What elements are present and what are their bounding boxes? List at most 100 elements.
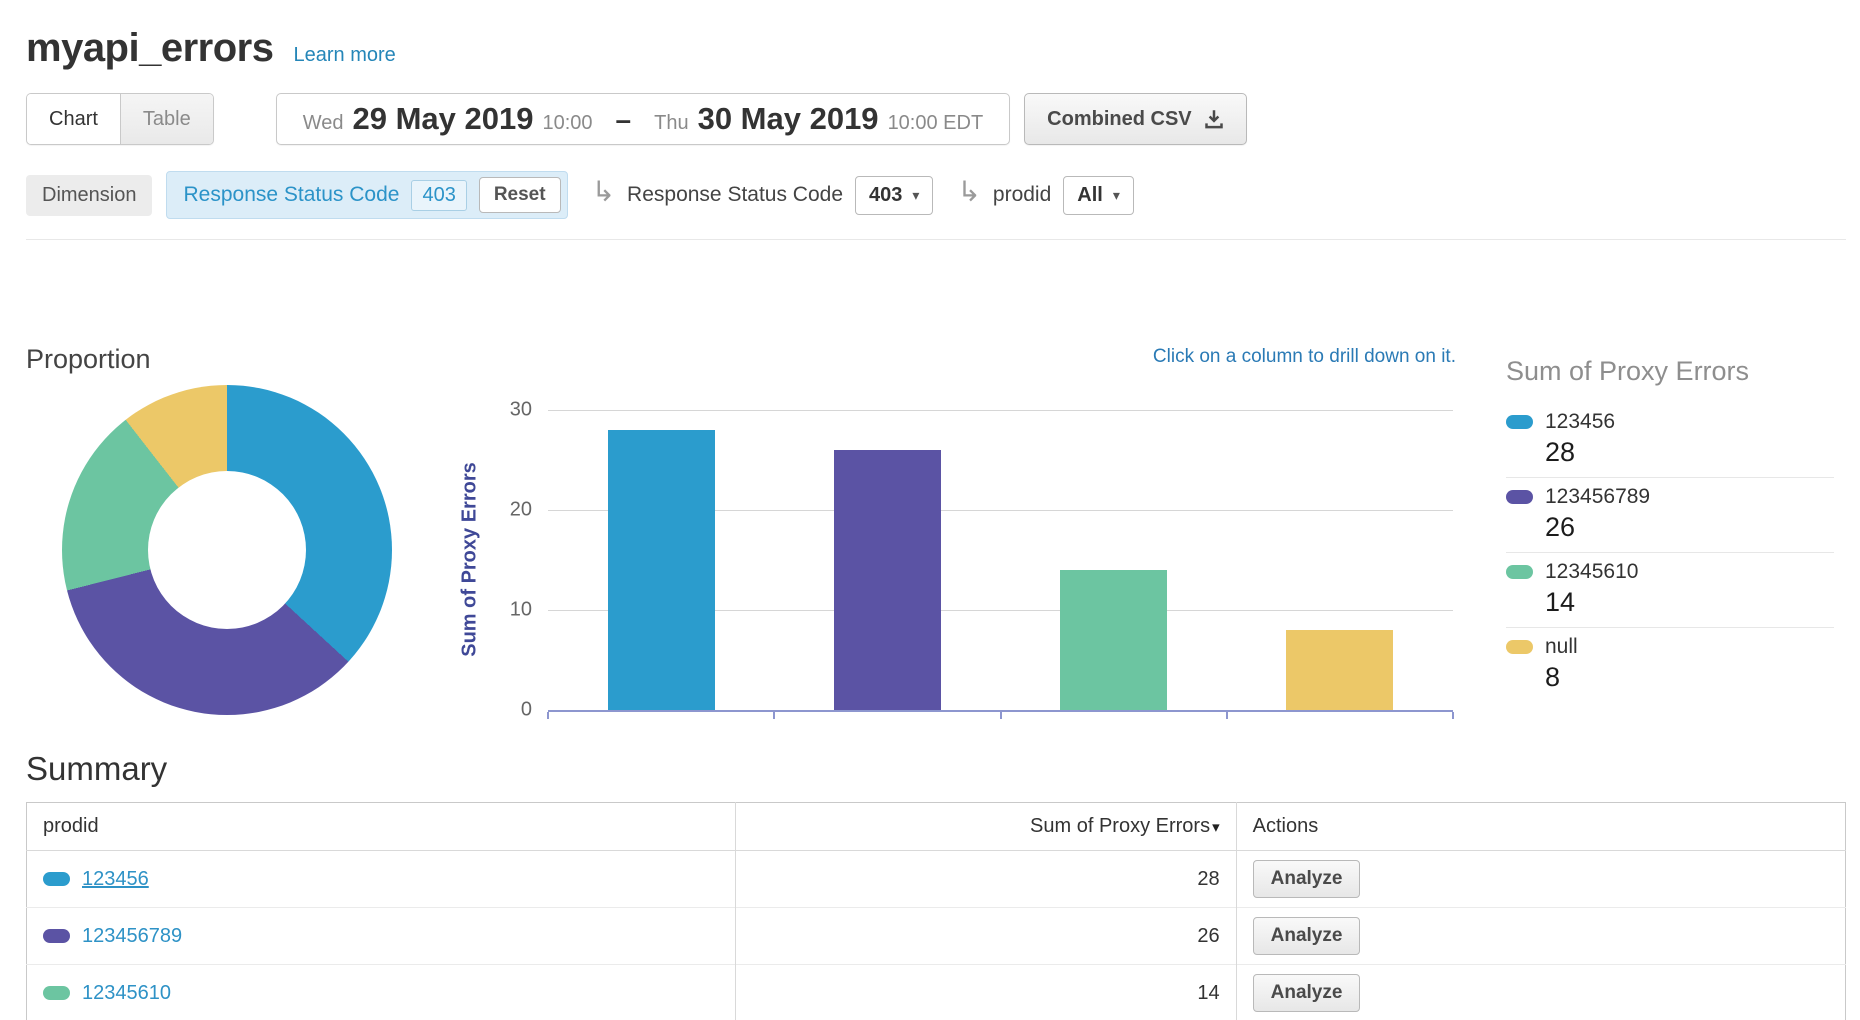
legend-value: 8 xyxy=(1545,662,1834,693)
row-swatch xyxy=(43,929,70,943)
row-swatch xyxy=(43,986,70,1000)
prodid-link[interactable]: 123456 xyxy=(82,868,149,891)
legend-label: null xyxy=(1545,635,1578,659)
prodid-link[interactable]: 123456789 xyxy=(82,925,182,948)
prodid-link[interactable]: 12345610 xyxy=(82,982,171,1005)
column-header-sum-label: Sum of Proxy Errors xyxy=(1030,815,1210,837)
chart-tab[interactable]: Chart xyxy=(27,94,120,144)
prodid-select[interactable]: All ▾ xyxy=(1063,176,1134,215)
legend-title: Sum of Proxy Errors xyxy=(1506,356,1834,387)
legend-swatch xyxy=(1506,565,1533,579)
table-row: 123456 28 Analyze xyxy=(27,851,1846,908)
row-swatch xyxy=(43,872,70,886)
legend-label: 123456 xyxy=(1545,410,1615,434)
dimension-label: Dimension xyxy=(26,175,152,216)
legend-swatch xyxy=(1506,415,1533,429)
start-time: 10:00 xyxy=(542,112,592,135)
drilldown-arrow-icon: ↳ xyxy=(592,178,615,206)
active-filter-name: Response Status Code xyxy=(183,183,399,207)
proportion-label: Proportion xyxy=(26,344,446,375)
active-filter-value: 403 xyxy=(411,180,466,211)
legend-value: 26 xyxy=(1545,512,1834,543)
end-day: Thu xyxy=(654,112,688,135)
start-date: 29 May 2019 xyxy=(352,101,533,137)
legend-swatch xyxy=(1506,640,1533,654)
analyze-button[interactable]: Analyze xyxy=(1253,917,1361,955)
donut-hole xyxy=(148,471,306,629)
y-axis-label: Sum of Proxy Errors xyxy=(459,410,482,710)
bar-123456[interactable] xyxy=(608,430,715,710)
status-code-selected-value: 403 xyxy=(869,184,902,207)
end-time: 10:00 EDT xyxy=(888,112,984,135)
legend-label: 123456789 xyxy=(1545,485,1650,509)
analyze-button[interactable]: Analyze xyxy=(1253,974,1361,1012)
start-day: Wed xyxy=(303,112,344,135)
table-tab[interactable]: Table xyxy=(120,94,213,144)
legend-item: null 8 xyxy=(1506,628,1834,702)
legend-item: 12345610 14 xyxy=(1506,553,1834,628)
analyze-button[interactable]: Analyze xyxy=(1253,860,1361,898)
chart-table-toggle: Chart Table xyxy=(26,93,214,145)
sum-value: 26 xyxy=(736,908,1236,965)
combined-csv-button[interactable]: Combined CSV xyxy=(1024,93,1246,145)
sum-value: 28 xyxy=(736,851,1236,908)
drilldown-hint: Click on a column to drill down on it. xyxy=(1153,346,1456,368)
end-date: 30 May 2019 xyxy=(698,101,879,137)
drilldown-label: Response Status Code xyxy=(627,183,843,207)
legend: Sum of Proxy Errors 123456 28 123456789 … xyxy=(1506,344,1846,728)
learn-more-link[interactable]: Learn more xyxy=(293,44,395,67)
legend-label: 12345610 xyxy=(1545,560,1638,584)
bar-123456789[interactable] xyxy=(834,450,941,710)
combined-csv-label: Combined CSV xyxy=(1047,108,1191,131)
reset-button[interactable]: Reset xyxy=(479,177,561,213)
sort-desc-icon: ▾ xyxy=(1212,819,1220,836)
table-header-row: prodid Sum of Proxy Errors▾ Actions xyxy=(27,803,1846,851)
bar-12345610[interactable] xyxy=(1060,570,1167,710)
page-title: myapi_errors xyxy=(26,26,273,71)
date-range: Wed 29 May 2019 10:00 – Thu 30 May 2019 … xyxy=(303,101,983,137)
page: myapi_errors Learn more Chart Table Wed … xyxy=(0,0,1860,1020)
y-tick-label: 0 xyxy=(486,699,532,722)
proportion-panel: Proportion xyxy=(26,344,446,728)
summary-heading: Summary xyxy=(26,750,1846,788)
bar-null[interactable] xyxy=(1286,630,1393,710)
bar-chart-panel: Click on a column to drill down on it. S… xyxy=(446,344,1456,728)
x-tick xyxy=(773,712,775,719)
page-header: myapi_errors Learn more xyxy=(26,26,1846,71)
charts-section: Proportion Click on a column to drill do… xyxy=(26,344,1846,728)
bar-chart: 0102030 xyxy=(548,410,1453,710)
active-filter-chip: Response Status Code 403 Reset xyxy=(166,171,567,219)
chevron-down-icon: ▾ xyxy=(912,187,919,204)
drilldown-label: prodid xyxy=(993,183,1051,207)
x-tick xyxy=(1000,712,1002,719)
download-icon xyxy=(1204,109,1224,129)
drilldown-prodid: ↳ prodid All ▾ xyxy=(957,176,1133,215)
legend-value: 28 xyxy=(1545,437,1834,468)
legend-items: 123456 28 123456789 26 12345610 xyxy=(1506,403,1834,702)
status-code-select[interactable]: 403 ▾ xyxy=(855,176,933,215)
gridline xyxy=(548,410,1453,411)
chevron-down-icon: ▾ xyxy=(1113,187,1120,204)
y-tick-label: 10 xyxy=(486,599,532,622)
toolbar: Chart Table Wed 29 May 2019 10:00 – Thu … xyxy=(26,93,1846,145)
sum-value: 14 xyxy=(736,965,1236,1020)
donut-chart xyxy=(62,385,392,715)
column-header-actions: Actions xyxy=(1236,803,1845,851)
filter-row: Dimension Response Status Code 403 Reset… xyxy=(26,171,1846,219)
divider xyxy=(26,239,1846,240)
x-tick xyxy=(1452,712,1454,719)
y-tick-label: 30 xyxy=(486,399,532,422)
column-header-prodid[interactable]: prodid xyxy=(27,803,736,851)
table-row: 123456789 26 Analyze xyxy=(27,908,1846,965)
table-row: 12345610 14 Analyze xyxy=(27,965,1846,1020)
prodid-selected-value: All xyxy=(1077,184,1103,207)
drilldown-arrow-icon: ↳ xyxy=(957,178,980,206)
column-header-sum[interactable]: Sum of Proxy Errors▾ xyxy=(736,803,1236,851)
legend-value: 14 xyxy=(1545,587,1834,618)
legend-swatch xyxy=(1506,490,1533,504)
date-range-separator: – xyxy=(616,104,632,136)
x-tick xyxy=(547,712,549,719)
summary-table: prodid Sum of Proxy Errors▾ Actions 1234… xyxy=(26,802,1846,1020)
date-range-picker[interactable]: Wed 29 May 2019 10:00 – Thu 30 May 2019 … xyxy=(276,93,1010,145)
drilldown-response-status-code: ↳ Response Status Code 403 ▾ xyxy=(592,176,934,215)
